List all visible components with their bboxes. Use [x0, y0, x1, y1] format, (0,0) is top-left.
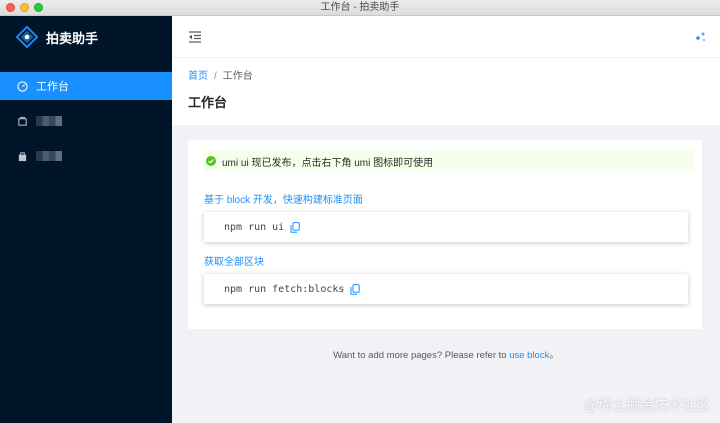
code-command: npm run fetch:blocks	[224, 283, 345, 295]
breadcrumb: 首页 / 工作台	[188, 67, 253, 82]
brand-logo-icon	[16, 26, 38, 48]
alert-text: umi ui 现已发布，点击右下角 umi 图标即可使用	[222, 157, 434, 169]
sidebar: 拍卖助手 工作台	[0, 16, 172, 423]
breadcrumb-home-link[interactable]: 首页	[188, 71, 208, 82]
page-header: 首页 / 工作台 工作台	[172, 58, 720, 125]
code-block-npm-run-ui: npm run ui	[204, 212, 688, 242]
sidebar-item-dashboard[interactable]: 工作台	[0, 72, 172, 100]
shop-icon	[16, 150, 28, 162]
breadcrumb-current: 工作台	[222, 71, 253, 82]
code-command: npm run ui	[224, 221, 285, 233]
sidebar-item-label: 工作台	[36, 81, 69, 93]
brand-name: 拍卖助手	[46, 30, 99, 46]
copy-icon[interactable]	[350, 283, 361, 295]
use-block-link[interactable]: use block	[509, 350, 549, 361]
window-title: 工作台 - 拍卖助手	[320, 2, 400, 13]
breadcrumb-separator: /	[214, 71, 217, 82]
check-circle-icon	[206, 156, 216, 166]
top-header	[172, 16, 720, 58]
dashboard-icon	[16, 80, 28, 92]
sidebar-item-auction[interactable]	[0, 107, 172, 135]
sidebar-item-shop[interactable]	[0, 142, 172, 170]
section-title-block-dev[interactable]: 基于 block 开发，快速构建标准页面	[204, 191, 363, 206]
sidebar-item-label-redacted	[36, 116, 62, 126]
section-title-fetch-blocks[interactable]: 获取全部区块	[204, 253, 264, 268]
sidebar-item-label-redacted	[36, 151, 62, 161]
auction-icon	[16, 115, 28, 127]
window-titlebar: 工作台 - 拍卖助手	[0, 0, 720, 16]
footer-text: Want to add more pages? Please refer to	[333, 350, 510, 361]
footer-hint: Want to add more pages? Please refer to …	[172, 347, 720, 361]
copy-icon[interactable]	[290, 221, 300, 233]
footer-suffix: 。	[549, 350, 559, 361]
code-block-fetch-blocks: npm run fetch:blocks	[204, 274, 688, 304]
page-title: 工作台	[188, 95, 228, 110]
menu-fold-icon[interactable]	[188, 30, 202, 44]
content-card: umi ui 现已发布，点击右下角 umi 图标即可使用 基于 block 开发…	[188, 140, 702, 329]
watermark: @稀土掘金技术社区	[583, 397, 710, 413]
success-alert: umi ui 现已发布，点击右下角 umi 图标即可使用	[204, 150, 694, 172]
umi-ui-icon[interactable]	[694, 30, 708, 44]
brand[interactable]: 拍卖助手	[0, 16, 172, 58]
